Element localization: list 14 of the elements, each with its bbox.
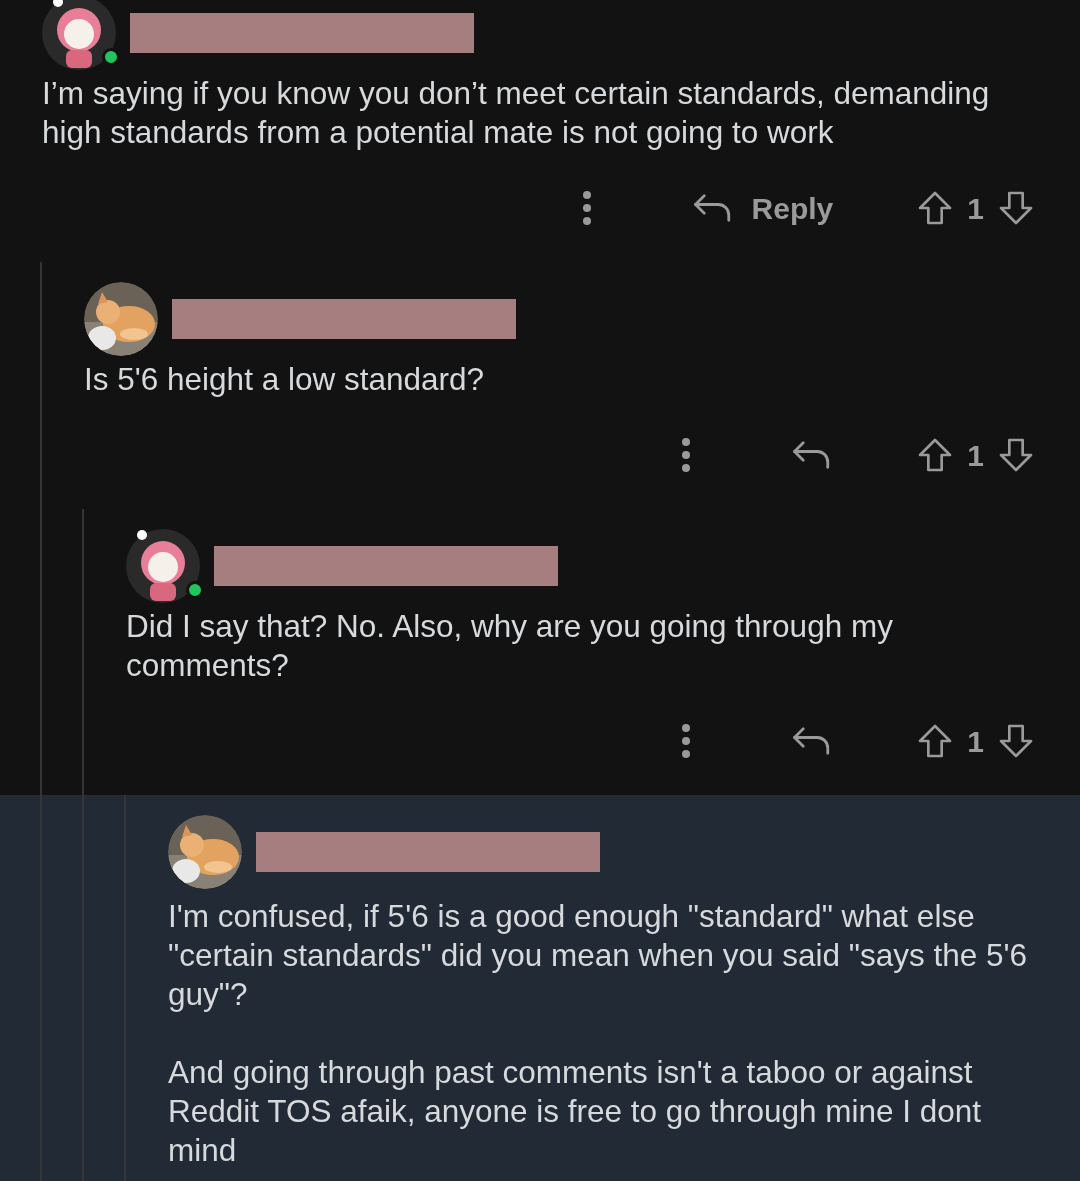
vote-count: 1 [967,190,984,227]
comment-text: I'm confused, if 5'6 is a good enough "standard" what else "certain standards" did you mean when you said "says the 5'6 guy"? [168,897,1029,1014]
more-options-icon[interactable] [581,190,592,226]
avatar-icon [42,0,116,70]
more-options-icon[interactable] [681,723,692,759]
more-options-icon[interactable] [681,437,692,473]
vote-count: 1 [967,723,984,760]
vote-count: 1 [967,437,984,474]
comment-text: Did I say that? No. Also, why are you going through my comments? [126,607,894,685]
reply-button[interactable]: Reply [691,185,834,231]
comment-text: And going through past comments isn't a taboo or against Reddit TOS afaik, anyone is free to go through mine I dont mind [168,1053,983,1170]
comment-text: Is 5'6 height a low standard? [84,360,486,399]
comment-text: I’m saying if you know you don’t meet certain standards, demanding high standards from a potential mate is not going to work [42,74,991,152]
avatar-icon [126,529,200,603]
